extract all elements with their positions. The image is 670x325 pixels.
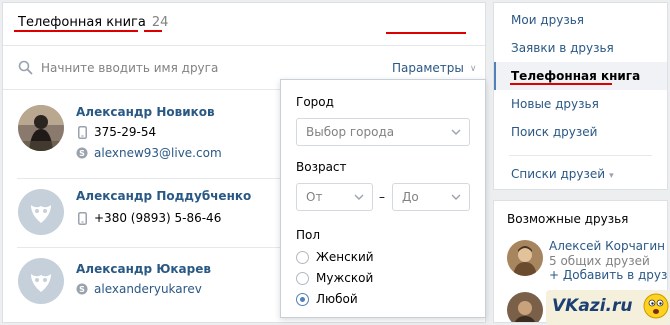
menu-item-find-friends[interactable]: Поиск друзей <box>494 118 667 146</box>
age-to-value: До <box>402 190 419 204</box>
menu-item-label: Мои друзья <box>511 13 584 27</box>
svg-text:S: S <box>79 149 85 158</box>
friend-avatar[interactable] <box>18 105 64 151</box>
possible-friend-avatar[interactable] <box>507 240 543 276</box>
friend-skype: S alexnew93@live.com <box>76 146 222 160</box>
radio-label: Любой <box>316 292 358 306</box>
menu-item-new-friends[interactable]: Новые друзья <box>494 90 667 118</box>
menu-item-label: Списки друзей <box>511 167 606 181</box>
radio-label: Мужской <box>316 271 374 285</box>
chevron-down-icon: ∨ <box>469 64 477 74</box>
radio-circle-selected <box>296 292 309 306</box>
contacts-count: 24 <box>151 15 169 30</box>
age-range-dash: – <box>379 190 385 204</box>
friend-avatar[interactable] <box>18 189 64 235</box>
friend-phone: +380 (9893) 5-86-46 <box>76 211 221 225</box>
radio-circle <box>296 271 309 285</box>
chevron-down-icon <box>451 129 461 135</box>
chevron-down-icon <box>451 194 461 200</box>
friends-menu: Мои друзья Заявки в друзья Телефонная кн… <box>493 2 668 190</box>
possible-friends-title: Возможные друзья <box>507 212 629 226</box>
phone-icon <box>76 125 88 139</box>
svg-text:S: S <box>79 285 85 294</box>
skype-login[interactable]: alexanderyukarev <box>94 282 202 296</box>
highlight-underline <box>386 32 466 34</box>
friend-name[interactable]: Александр Юкарев <box>76 262 211 276</box>
phone-number: +380 (9893) 5-86-46 <box>94 211 222 225</box>
friend-name[interactable]: Александр Новиков <box>76 105 215 119</box>
highlight-underline <box>510 83 612 85</box>
chevron-down-icon <box>354 194 364 200</box>
parameters-label: Параметры <box>392 61 464 75</box>
parameters-button[interactable]: Параметры ∨ <box>392 61 476 75</box>
page-title: Телефонная книга 24 <box>18 15 168 30</box>
watermark-text: VKazi.ru <box>552 296 633 316</box>
highlight-underline <box>14 30 138 32</box>
age-to-select[interactable]: До <box>392 183 470 211</box>
menu-item-my-friends[interactable]: Мои друзья <box>494 6 667 34</box>
skype-login[interactable]: alexnew93@live.com <box>94 146 222 160</box>
age-from-value: От <box>306 190 323 204</box>
radio-label: Женский <box>316 250 374 264</box>
highlight-underline <box>144 30 162 32</box>
menu-item-label: Новые друзья <box>511 97 599 111</box>
mutual-friends-count[interactable]: 5 общих друзей <box>549 254 650 268</box>
sex-label: Пол <box>296 228 321 242</box>
age-from-select[interactable]: От <box>296 183 373 211</box>
menu-item-phonebook[interactable]: Телефонная книга <box>494 62 667 90</box>
page-title-text: Телефонная книга <box>18 15 146 30</box>
menu-item-requests[interactable]: Заявки в друзья <box>494 34 667 62</box>
radio-any[interactable]: Любой <box>296 292 358 306</box>
possible-friend-name[interactable]: Алексей Корчагин <box>549 239 665 253</box>
menu-item-label: Поиск друзей <box>511 125 598 139</box>
chevron-down-icon: ▾ <box>609 171 614 181</box>
menu-divider <box>509 155 652 156</box>
radio-male[interactable]: Мужской <box>296 271 373 285</box>
city-select-value: Выбор города <box>306 125 395 139</box>
search-icon <box>18 60 33 75</box>
search-input[interactable] <box>41 58 341 78</box>
skype-icon: S <box>76 282 88 296</box>
menu-item-label: Телефонная книга <box>511 69 641 83</box>
city-label: Город <box>296 95 334 109</box>
age-label: Возраст <box>296 160 347 174</box>
friend-skype: S alexanderyukarev <box>76 282 202 296</box>
menu-item-friend-lists[interactable]: Списки друзей ▾ <box>494 160 667 188</box>
phone-icon <box>76 211 88 225</box>
skype-icon: S <box>76 146 88 160</box>
friend-name[interactable]: Александр Поддубченко <box>76 189 251 203</box>
menu-item-label: Заявки в друзья <box>511 41 614 55</box>
filters-dropdown: Город Выбор города Возраст От – До Пол Ж… <box>280 79 486 318</box>
site-watermark: VKazi.ru <box>546 290 670 325</box>
radio-circle <box>296 250 309 264</box>
add-friend-button[interactable]: + Добавить в друзья <box>549 268 667 282</box>
panel-header: Телефонная книга 24 <box>3 3 485 46</box>
friend-phone: 375-29-54 <box>76 125 156 139</box>
friend-avatar[interactable] <box>18 258 64 304</box>
radio-female[interactable]: Женский <box>296 250 374 264</box>
smiley-icon <box>643 293 669 319</box>
city-select[interactable]: Выбор города <box>296 118 470 146</box>
possible-friend-avatar[interactable] <box>507 292 543 322</box>
phone-number: 375-29-54 <box>94 125 157 139</box>
